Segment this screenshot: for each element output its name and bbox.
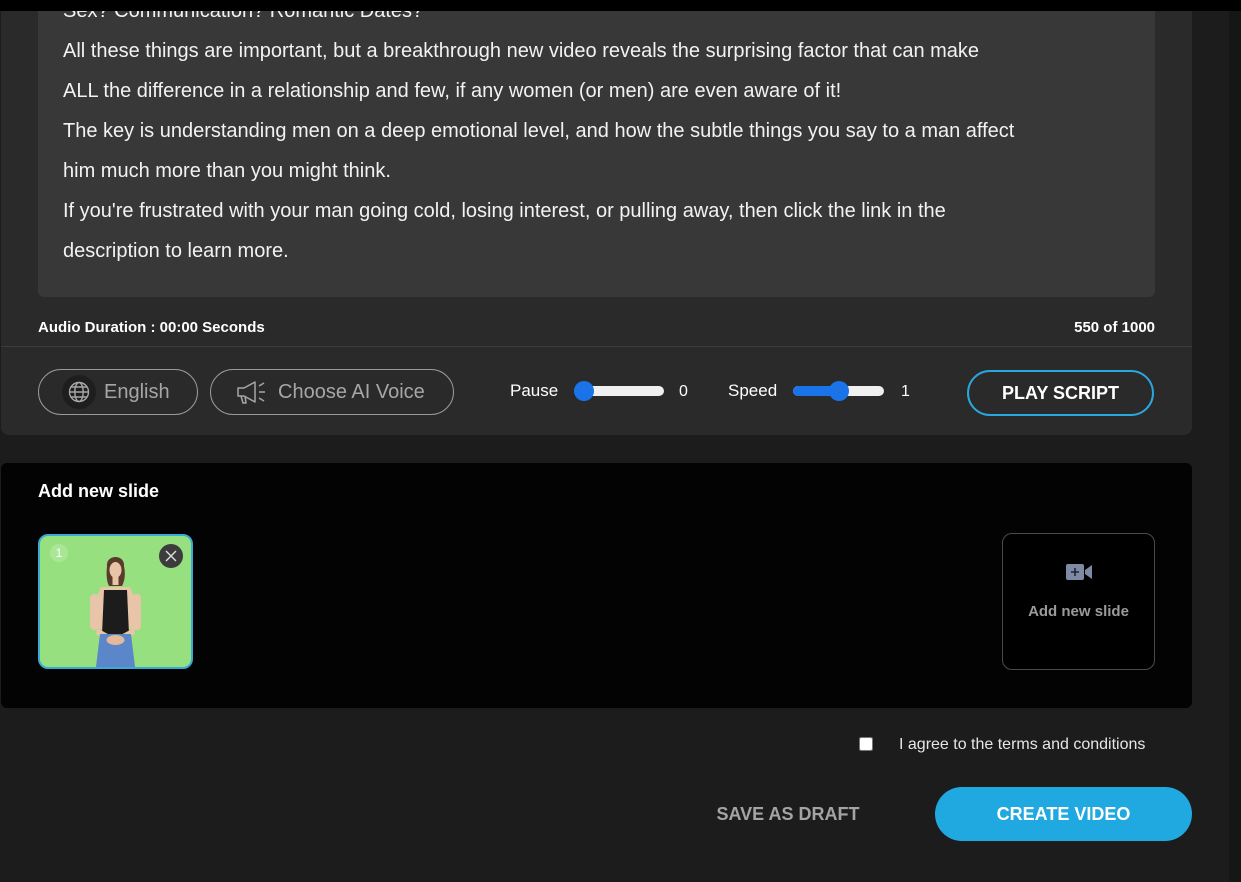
speed-slider[interactable] [793, 381, 884, 401]
top-bar [0, 0, 1241, 11]
script-line: him much more than you might think. [63, 160, 391, 182]
video-camera-plus-icon [1066, 564, 1092, 580]
audio-duration: Audio Duration : 00:00 Seconds [38, 319, 265, 336]
divider [1, 346, 1192, 347]
pause-slider-thumb[interactable] [574, 381, 594, 401]
terms-checkbox[interactable] [859, 737, 873, 751]
speed-value: 1 [901, 383, 910, 400]
script-line: All these things are important, but a br… [63, 40, 980, 62]
speed-label: Speed [728, 381, 778, 400]
slides-title: Add new slide [38, 481, 160, 501]
pause-label: Pause [510, 381, 559, 400]
script-line: The key is understanding men on a deep e… [63, 120, 1015, 142]
pause-slider[interactable] [574, 381, 664, 401]
script-line: description to learn more. [63, 240, 289, 262]
play-script-button[interactable]: PLAY SCRIPT [967, 370, 1154, 416]
script-panel: Sex? Communication? Romantic Dates? All … [1, 11, 1192, 435]
script-line: ALL the difference in a relationship and… [63, 80, 842, 102]
slide-thumbnail[interactable]: 1 [38, 534, 193, 669]
pause-value: 0 [679, 383, 688, 400]
script-line: Sex? Communication? Romantic Dates? [63, 11, 424, 22]
slide-number: 1 [50, 544, 68, 562]
speed-slider-thumb[interactable] [828, 381, 849, 401]
close-icon [165, 550, 177, 562]
character-count: 550 of 1000 [1074, 319, 1155, 336]
remove-slide-button[interactable] [159, 544, 183, 568]
add-new-slide-button[interactable]: Add new slide [1002, 533, 1155, 670]
slides-panel: Add new slide 1 Add new slide [1, 463, 1192, 708]
globe-icon [62, 375, 96, 409]
script-textarea[interactable]: Sex? Communication? Romantic Dates? All … [38, 11, 1155, 297]
megaphone-icon [236, 379, 268, 405]
script-line: If you're frustrated with your man going… [63, 200, 946, 222]
script-text: Sex? Communication? Romantic Dates? All … [63, 11, 1143, 271]
create-video-button[interactable]: CREATE VIDEO [935, 787, 1192, 841]
page-scroll-edge [1229, 11, 1241, 882]
ai-voice-selector[interactable]: Choose AI Voice [210, 369, 454, 415]
language-label: English [104, 380, 170, 403]
language-selector[interactable]: English [38, 369, 198, 415]
terms-label[interactable]: I agree to the terms and conditions [899, 736, 1145, 754]
save-as-draft-button[interactable]: SAVE AS DRAFT [702, 800, 874, 828]
add-slide-label: Add new slide [1028, 603, 1129, 620]
voice-label: Choose AI Voice [278, 380, 425, 403]
